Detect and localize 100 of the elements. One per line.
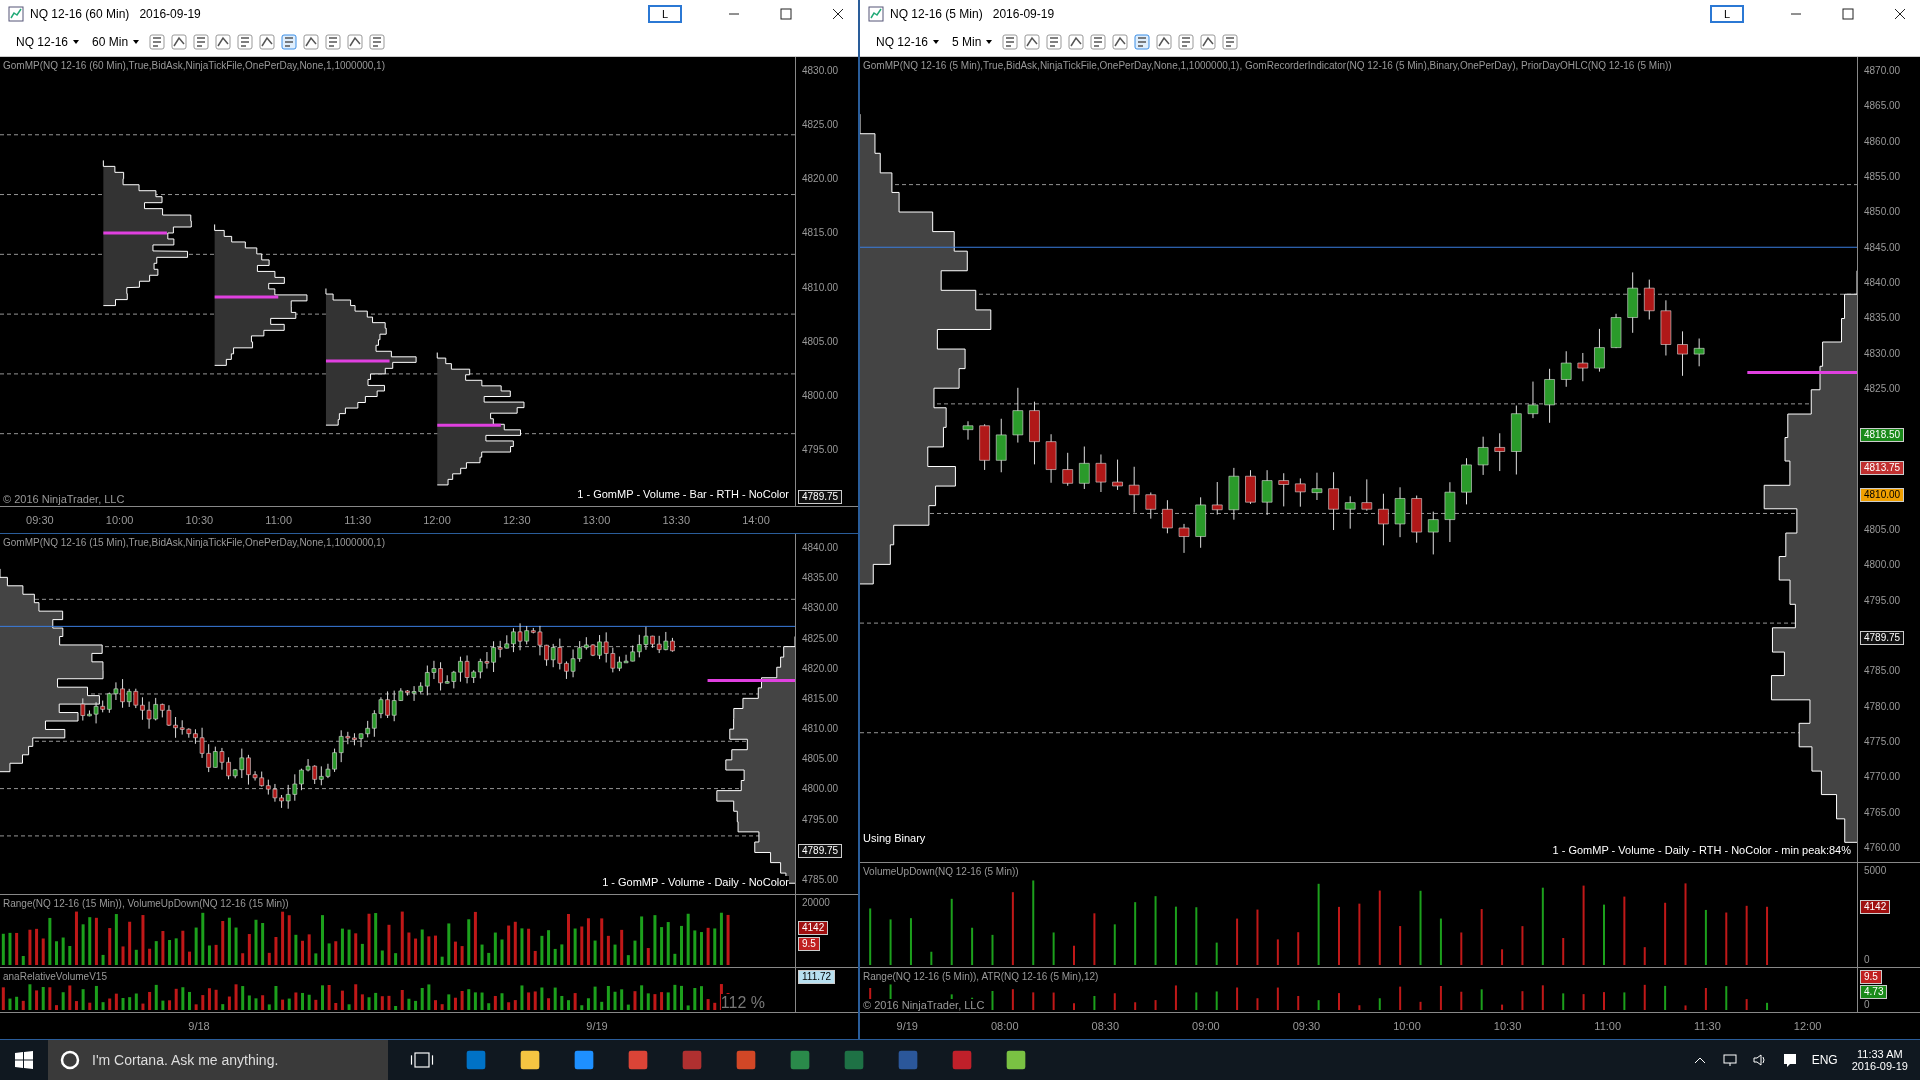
candlestick <box>1029 401 1040 465</box>
network-icon[interactable] <box>1721 1052 1738 1068</box>
window-title: NQ 12-16 (5 Min) <box>890 7 983 21</box>
price-tick: 4805.00 <box>801 335 839 347</box>
time-tick: 09:30 <box>1292 1020 1321 1032</box>
volume-bar <box>1093 912 1096 965</box>
volume-bar <box>1501 948 1504 965</box>
time-tick: 9/19 <box>896 1020 918 1032</box>
language-indicator[interactable]: ENG <box>1811 1053 1838 1067</box>
candlestick <box>1610 313 1622 349</box>
volume-bar <box>950 897 953 965</box>
volume-bar <box>1378 997 1381 1010</box>
price-marker: 4789.75 <box>798 844 843 859</box>
windows-logo-icon[interactable] <box>14 1050 34 1070</box>
volume-bar <box>1256 997 1259 1010</box>
candlestick <box>1444 481 1456 543</box>
price-tick: 4810.00 <box>801 723 839 735</box>
price-tick: 4795.00 <box>801 444 839 455</box>
instrument-dropdown[interactable]: NQ 12-16 <box>12 33 85 51</box>
link-button[interactable]: L <box>648 5 682 23</box>
time-tick: 10:00 <box>105 514 134 526</box>
candlestick <box>1311 472 1323 501</box>
candlestick <box>1660 299 1672 356</box>
window-date: 2016-09-19 <box>992 7 1055 21</box>
price-tick: 4835.00 <box>801 572 839 584</box>
time-tick: 10:30 <box>1493 1020 1522 1032</box>
time-tick: 11:00 <box>1594 1020 1622 1032</box>
candlestick <box>1560 350 1572 388</box>
volume-bar <box>1052 931 1055 965</box>
search-field[interactable]: I'm Cortana. Ask me anything. <box>48 1040 388 1080</box>
price-tick: 4865.00 <box>1863 100 1901 112</box>
volume-bar <box>1113 923 1116 965</box>
volume-bar <box>1521 990 1524 1010</box>
time-tick: 14:00 <box>742 514 770 526</box>
price-tick: 4780.00 <box>1863 700 1901 712</box>
interval-dropdown[interactable]: 5 Min <box>948 33 998 51</box>
volume-bar <box>1276 938 1279 965</box>
volume-bar <box>1664 901 1667 965</box>
candlestick <box>1178 523 1190 554</box>
time-tick: 09:00 <box>1192 1020 1220 1032</box>
candlestick <box>1228 467 1240 521</box>
clock-date[interactable]: 2016-09-19 <box>1851 1060 1908 1072</box>
price-tick: 4800.00 <box>1863 559 1901 571</box>
price-tick: 4840.00 <box>801 542 839 553</box>
indicator-label: Range(NQ 12-16 (15 Min)), VolumeUpDown(NQ 12-16 (15 Min)) <box>3 898 289 909</box>
candlestick <box>1062 452 1073 487</box>
time-tick: 9/18 <box>188 1020 210 1032</box>
volume-bar <box>1521 925 1524 965</box>
volume-bar <box>1399 925 1402 965</box>
candlestick <box>1012 387 1024 444</box>
volume-bar <box>1174 984 1177 1010</box>
interval-dropdown[interactable]: 60 Min <box>88 33 145 51</box>
price-tick: 4825.00 <box>801 632 839 644</box>
time-tick: 08:30 <box>1091 1020 1120 1032</box>
price-tick: 4825.00 <box>801 119 839 131</box>
caret-icon <box>985 38 994 46</box>
price-tick: 4785.00 <box>1863 665 1901 677</box>
volume-bar <box>1562 937 1565 965</box>
volume-bar <box>1541 984 1544 1010</box>
candlestick <box>1079 446 1090 490</box>
notification-icon[interactable] <box>1781 1052 1798 1068</box>
candlestick <box>1361 478 1373 512</box>
clock-time[interactable]: 11:33 AM <box>1857 1048 1903 1060</box>
time-tick: 10:30 <box>185 514 214 526</box>
price-tick: 4795.00 <box>801 813 839 825</box>
candlestick <box>1162 499 1173 534</box>
speaker-icon[interactable] <box>1751 1052 1768 1068</box>
volume-bar <box>1582 993 1585 1010</box>
price-tick: 4850.00 <box>1863 206 1901 218</box>
relative-volume-reading: 112 % <box>720 994 765 1012</box>
instrument-dropdown[interactable]: NQ 12-16 <box>872 33 945 51</box>
axis-tick: 20000 <box>801 897 831 908</box>
indicator-label: GomMP(NQ 12-16 (60 Min),True,BidAsk,NinjaTickFile,OnePerDay,None,1,1000000,1) <box>3 60 385 71</box>
price-marker: 4142 <box>798 920 829 935</box>
volume-bar <box>1766 1001 1769 1010</box>
volume-bar <box>1358 1004 1361 1010</box>
time-tick: 13:30 <box>662 514 690 526</box>
link-button[interactable]: L <box>1710 5 1744 23</box>
volume-bar <box>869 907 872 965</box>
volume-bar <box>1704 908 1707 965</box>
candlestick <box>1527 381 1539 419</box>
indicator-label: GomMP(NQ 12-16 (5 Min),True,BidAsk,NinjaTickFile,OnePerDay,None,1,1000000,1), GomRecorderIndicator(NQ 12-16 (5 Min),Binary,OnePerDay), PriorDayOHLC(NQ 12-16 (5 Min)) <box>863 60 1672 71</box>
candlestick <box>1211 481 1223 516</box>
volume-bar <box>1113 992 1116 1010</box>
volume-bar <box>1704 987 1707 1010</box>
time-tick: 9/19 <box>586 1020 608 1032</box>
candlestick <box>1693 338 1705 367</box>
copyright-text: © 2016 NinjaTrader, LLC <box>863 999 985 1011</box>
indicator-label: anaRelativeVolumeV15 <box>3 971 107 982</box>
candlestick <box>1577 352 1589 382</box>
volume-bar <box>1623 895 1626 965</box>
candlestick <box>1477 436 1489 476</box>
window-date: 2016-09-19 <box>139 7 201 21</box>
price-tick: 4800.00 <box>801 389 839 401</box>
price-marker: 111.72 <box>798 970 836 984</box>
volume-bar <box>1480 988 1483 1010</box>
candlestick <box>1494 432 1506 472</box>
volume-bar <box>1052 991 1055 1010</box>
copyright-text: © 2016 NinjaTrader, LLC <box>3 493 125 505</box>
price-tick: 4805.00 <box>1863 524 1901 536</box>
